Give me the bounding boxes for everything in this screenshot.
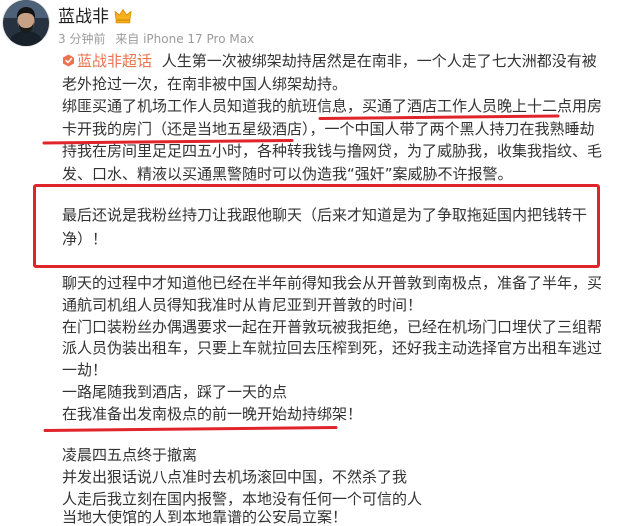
avatar-image: [3, 0, 49, 46]
post-text-line: 聊天的过程中才知道他已经在半年前得知我会从开普敦到南极点，准备了半年，买: [62, 274, 603, 292]
post-text-line: 并发出狠话说八点准时去机场滚回中国，不然杀了我: [62, 468, 408, 486]
post-text-line: 人走后我立刻在国内报警，本地没有任何一个可信的人: [62, 490, 423, 508]
post-meta: 3 分钟前 来自 iPhone 17 Pro Max: [58, 31, 254, 47]
post-text-line: 派人员伪装出租车，只要上车就拉回去压榨到死，还好我主动选择官方出租车逃过: [62, 339, 603, 358]
post-text-line: 一劫！: [62, 361, 108, 379]
post-text-line: 发、口水、精液以买通黑警随时可以伪造我“强奸”案威胁不许报警。: [62, 164, 513, 183]
post-text-line: 通航司机组人员得知我准时从肯尼亚到开普敦的时间！: [62, 295, 423, 314]
post-time: 3 分钟前: [58, 32, 106, 46]
post-text-line: 持我在房间里足足四五小时，各种转我钱与撸网贷，为了威胁我，收集我指纹、毛: [62, 142, 603, 161]
post-body-section: 凌晨四五点终于撤离并发出狠话说八点准时去机场滚回中国，不然杀了我 人走后我立刻在国…: [62, 444, 622, 525]
post-text-line: 蓝战非超话 人生第一次被绑架劫持居然是在南非，一个人走了七大洲都没有被: [62, 50, 622, 73]
post-text-line: 卡开我的房门（还是当地五星级酒店），一个中国人带了两个黑人持刀在我熟睡劫: [62, 119, 595, 138]
post-text-line: 当地大使馆的人到本地靠谱的公安局立案！: [62, 510, 348, 525]
vip-crown-icon[interactable]: [114, 8, 132, 24]
post-text-line: 净）！: [62, 230, 108, 248]
post-body-section: 聊天的过程中才知道他已经在半年前得知我会从开普敦到南极点，准备了半年，买 通航司机…: [62, 273, 622, 425]
boxed-post-body-section: 最后还说是我粉丝持刀让我跟他聊天（后来才知道是为了争取拖延国内把钱转干 净）！: [33, 184, 600, 268]
post-text-line: 在我准备出发南极点的前一晚开始劫持绑架！: [62, 404, 363, 423]
super-topic-icon: [62, 54, 75, 67]
post-body-section: 蓝战非超话 人生第一次被绑架劫持居然是在南非，一个人走了七大洲都没有被 老外抢过一…: [62, 50, 622, 186]
author-avatar[interactable]: [3, 0, 49, 46]
super-topic-label: 蓝战非超话: [77, 52, 153, 70]
author-name[interactable]: 蓝战非: [58, 6, 109, 28]
red-underline-annotation: [43, 426, 338, 432]
post-text: 人生第一次被绑架劫持居然是在南非，一个人走了七大洲都没有被: [161, 52, 597, 70]
post-text-line: 最后还说是我粉丝持刀让我跟他聊天（后来才知道是为了争取拖延国内把钱转干: [62, 206, 588, 224]
post-text-line: 绑匪买通了机场工作人员知道我的航班信息，买通了酒店工作人员晚上十二点用房: [62, 97, 603, 116]
post-text-line: 老外抢过一次，在南非被中国人绑架劫持。: [62, 74, 348, 93]
super-topic-link[interactable]: 蓝战非超话: [62, 52, 157, 70]
weibo-post: 蓝战非 3 分钟前 来自 iPhone 17 Pro Max 蓝战非超话 人生第…: [0, 0, 640, 526]
post-source: 来自 iPhone 17 Pro Max: [115, 32, 255, 46]
post-text-line: 一路尾随我到酒店，踩了一天的点: [62, 382, 288, 401]
post-text-line: 在门口装粉丝办偶遇要求一起在开普敦玩被我拒绝，已经在机场门口埋伏了三组帮: [62, 317, 603, 336]
post-text-line: 凌晨四五点终于撤离: [62, 446, 198, 464]
